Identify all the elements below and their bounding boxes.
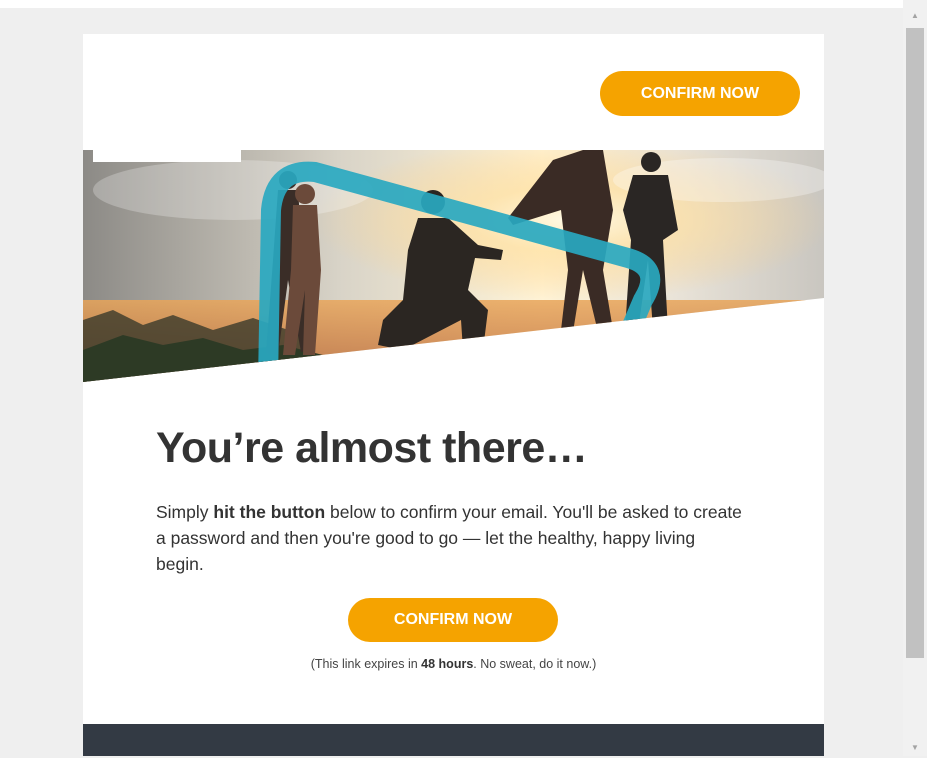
hero-image <box>83 150 824 382</box>
confirm-now-main-button[interactable]: CONFIRM NOW <box>348 598 558 642</box>
confirm-now-top-button[interactable]: CONFIRM NOW <box>600 71 800 116</box>
vertical-scrollbar[interactable]: ▲ ▼ <box>903 0 927 756</box>
body-copy: Simply hit the button below to confirm y… <box>156 499 746 577</box>
expiry-note-start: (This link expires in <box>310 657 422 671</box>
body-copy-emphasis: hit the button <box>213 502 326 522</box>
email-card: CONFIRM NOW You’re almost there… Simply … <box>83 34 824 756</box>
footer-bar <box>83 724 824 756</box>
expiry-note-end: . No sweat, do it now.) <box>473 657 597 671</box>
top-strip <box>0 0 903 8</box>
page-headline: You’re almost there… <box>156 424 588 472</box>
arrow-down-icon[interactable]: ▼ <box>903 738 927 758</box>
arrow-up-icon[interactable]: ▲ <box>903 6 927 26</box>
scrollbar-thumb[interactable] <box>906 28 924 658</box>
browser-viewport: CONFIRM NOW You’re almost there… Simply … <box>0 0 903 756</box>
body-copy-start: Simply <box>156 502 214 522</box>
expiry-note: (This link expires in 48 hours. No sweat… <box>83 657 824 671</box>
expiry-duration: 48 hours <box>421 657 474 671</box>
